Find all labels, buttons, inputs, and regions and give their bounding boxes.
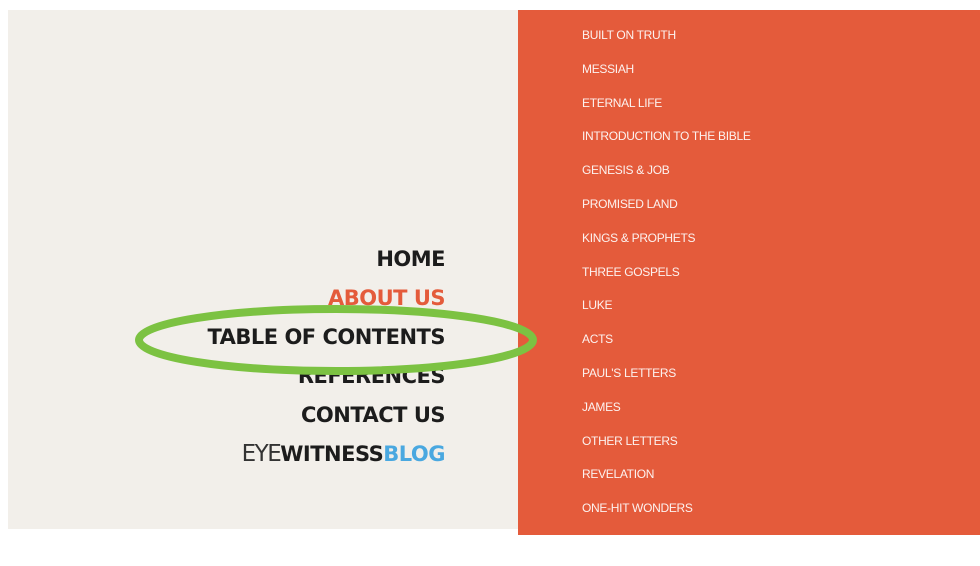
toc-item[interactable]: ETERNAL LIFE — [582, 93, 751, 127]
toc-item[interactable]: GENESIS & JOB — [582, 160, 751, 194]
toc-item[interactable]: ACTS — [582, 329, 751, 363]
toc-item[interactable]: THREE GOSPELS — [582, 262, 751, 296]
toc-item[interactable]: OTHER LETTERS — [582, 431, 751, 465]
toc-item[interactable]: JAMES — [582, 397, 751, 431]
toc-item[interactable]: MESSIAH — [582, 59, 751, 93]
toc-item[interactable]: SERVANT OF GOD — [582, 532, 751, 566]
toc-item[interactable]: REVELATION — [582, 464, 751, 498]
toc-item[interactable]: PAUL'S LETTERS — [582, 363, 751, 397]
nav-references-link[interactable]: REFERENCES — [207, 359, 446, 398]
page-frame: HOME ABOUT US TABLE OF CONTENTS REFERENC… — [0, 0, 980, 549]
blog-link-blog-text: BLOG — [383, 442, 445, 466]
nav-table-of-contents-link[interactable]: TABLE OF CONTENTS — [207, 320, 445, 359]
main-navigation: HOME ABOUT US TABLE OF CONTENTS REFERENC… — [207, 242, 445, 476]
toc-item[interactable]: ONE-HIT WONDERS — [582, 498, 751, 532]
nav-about-us-link[interactable]: ABOUT US — [207, 281, 445, 320]
nav-contact-us-link[interactable]: CONTACT US — [207, 398, 446, 437]
table-of-contents-list: BUILT ON TRUTH MESSIAH ETERNAL LIFE INTR… — [582, 25, 751, 566]
toc-item[interactable]: INTRODUCTION TO THE BIBLE — [582, 126, 751, 160]
toc-item[interactable]: BUILT ON TRUTH — [582, 25, 751, 59]
toc-item[interactable]: PROMISED LAND — [582, 194, 751, 228]
toc-item[interactable]: LUKE — [582, 295, 751, 329]
toc-item[interactable]: KINGS & PROPHETS — [582, 228, 751, 262]
blog-link-eye-text: EYE — [241, 441, 282, 467]
nav-home-link[interactable]: HOME — [207, 242, 445, 281]
nav-eyewitness-blog-link[interactable]: EYEWITNESSBLOG — [207, 437, 446, 476]
blog-link-witness-text: WITNESS — [280, 442, 384, 466]
